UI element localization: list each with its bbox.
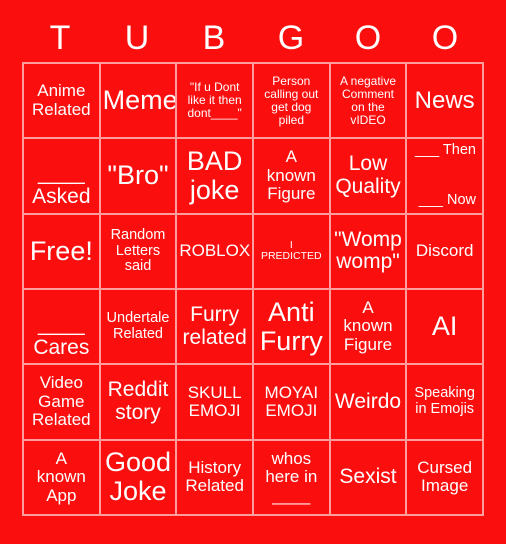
bingo-cell-r2-c1[interactable]: Random Letters said xyxy=(100,214,178,290)
bingo-cell-label: News xyxy=(414,86,475,114)
bingo-cell-r4-c2[interactable]: SKULL EMOJI xyxy=(177,365,254,441)
bingo-cell-label: BAD joke xyxy=(186,145,243,205)
bingo-cell-r1-c2[interactable]: BAD joke xyxy=(177,139,254,215)
bingo-cell-label: Speaking in Emojis xyxy=(414,385,475,417)
bingo-header-letter-4: O xyxy=(354,19,383,57)
bingo-cell-r5-c5[interactable]: Cursed Image xyxy=(407,440,484,516)
bingo-cell-r0-c1[interactable]: Meme xyxy=(100,64,178,140)
bingo-cell-r0-c4[interactable]: A negative Comment on the vIDEO xyxy=(330,64,408,140)
bingo-cell-label: ROBLOX xyxy=(179,241,251,261)
bingo-cell-r4-c0[interactable]: Video Game Related xyxy=(24,365,101,441)
bingo-cell-label: Reddit story xyxy=(107,378,169,424)
bingo-cell-r5-c4[interactable]: Sexist xyxy=(330,440,408,516)
bingo-cell-r1-c5[interactable]: ___ Then ___ Now xyxy=(407,139,484,215)
bingo-cell-r3-c0[interactable]: ____ Cares xyxy=(24,290,101,366)
bingo-cell-r2-c2[interactable]: ROBLOX xyxy=(177,214,254,290)
bingo-cell-label: Free! xyxy=(29,235,93,266)
bingo-cell-label: ____ Cares xyxy=(33,312,90,359)
bingo-cell-r5-c0[interactable]: A known App xyxy=(24,440,101,516)
bingo-cell-label: Video Game Related xyxy=(32,373,91,430)
bingo-cell-label: Weirdo xyxy=(334,389,402,413)
bingo-cell-label: MOYAI EMOJI xyxy=(264,382,319,420)
bingo-cell-label: "Womp womp" xyxy=(334,227,402,274)
bingo-cell-label: A known Figure xyxy=(343,298,393,354)
bingo-cell-r1-c0[interactable]: ____ Asked xyxy=(24,139,101,215)
bingo-cell-r0-c5[interactable]: News xyxy=(407,64,484,140)
bingo-cell-r5-c3[interactable]: whos here in ____ xyxy=(253,440,331,516)
bingo-cell-label: Anime Related xyxy=(32,81,91,119)
bingo-cell-label: Anti Furry xyxy=(259,296,323,356)
bingo-cell-label: Meme xyxy=(102,85,178,116)
bingo-cell-label: Furry related xyxy=(182,302,247,349)
bingo-cell-r1-c4[interactable]: Low Quality xyxy=(330,139,408,215)
bingo-header: TUBGOO xyxy=(22,14,484,62)
bingo-cell-r5-c2[interactable]: History Related xyxy=(177,440,254,516)
bingo-cell-r2-c4[interactable]: "Womp womp" xyxy=(330,214,408,290)
bingo-cell-line-top: ___ Then xyxy=(414,142,476,159)
bingo-cell-r3-c4[interactable]: A known Figure xyxy=(330,290,408,366)
bingo-cell-r2-c0[interactable]: Free! xyxy=(24,214,101,290)
bingo-cell-r3-c3[interactable]: Anti Furry xyxy=(253,290,331,366)
bingo-cell-r5-c1[interactable]: Good Joke xyxy=(100,440,178,516)
bingo-header-letter-0: T xyxy=(49,19,72,57)
bingo-cell-label: A known Figure xyxy=(266,147,316,204)
bingo-cell-label: ____ Asked xyxy=(32,162,91,208)
bingo-cell-label: whos here in ____ xyxy=(265,448,318,505)
bingo-cell-label: Sexist xyxy=(339,464,397,488)
bingo-cell-r4-c3[interactable]: MOYAI EMOJI xyxy=(253,365,331,441)
bingo-cell-label: A negative Comment on the vIDEO xyxy=(339,73,397,127)
bingo-cell-r1-c3[interactable]: A known Figure xyxy=(253,139,331,215)
bingo-cell-r4-c5[interactable]: Speaking in Emojis xyxy=(407,365,484,441)
bingo-cell-label: SKULL EMOJI xyxy=(187,382,242,420)
bingo-cell-line-bottom: ___ Now xyxy=(418,192,476,208)
bingo-card: T U B G O O Anime Related Meme "If u Dont like … xyxy=(0,0,506,544)
bingo-cell-r4-c1[interactable]: Reddit story xyxy=(100,365,178,441)
bingo-cell-label: "If u Dont like it then dont____" xyxy=(187,80,242,121)
bingo-cell-label: Random Letters said xyxy=(110,226,166,275)
bingo-cell-r3-c2[interactable]: Furry related xyxy=(177,290,254,366)
bingo-cell-r0-c0[interactable]: Anime Related xyxy=(24,64,101,140)
bingo-cell-label: I PREDICTED xyxy=(260,239,322,263)
bingo-cell-label: A known App xyxy=(36,448,86,505)
bingo-cell-r0-c3[interactable]: Person calling out get dog piled xyxy=(253,64,331,140)
bingo-header-letter-2: B xyxy=(202,19,227,57)
bingo-cell-label: History Related xyxy=(185,457,244,496)
bingo-cell-r1-c1[interactable]: "Bro" xyxy=(100,139,178,215)
bingo-cell-label: "Bro" xyxy=(107,160,169,191)
bingo-cell-r3-c5[interactable]: AI xyxy=(407,290,484,366)
bingo-cell-label: AI xyxy=(431,311,458,342)
bingo-cell-label: Good Joke xyxy=(104,447,172,507)
bingo-cell-label: Discord xyxy=(415,241,474,261)
bingo-cell-label: Cursed Image xyxy=(417,457,473,496)
bingo-cell-label: Low Quality xyxy=(335,152,401,198)
bingo-cell-label: ___ Then ___ Now xyxy=(409,140,480,211)
bingo-header-letter-3: G xyxy=(277,19,306,57)
bingo-grid: Anime Related Meme "If u Dont like it then… xyxy=(22,62,484,516)
bingo-header-letter-5: O xyxy=(431,19,460,57)
bingo-cell-r0-c2[interactable]: "If u Dont like it then dont____" xyxy=(177,64,254,140)
bingo-cell-r4-c4[interactable]: Weirdo xyxy=(330,365,408,441)
bingo-cell-r2-c5[interactable]: Discord xyxy=(407,214,484,290)
bingo-cell-r2-c3[interactable]: I PREDICTED xyxy=(253,214,331,290)
bingo-header-letter-1: U xyxy=(124,19,151,57)
bingo-cell-r3-c1[interactable]: Undertale Related xyxy=(100,290,178,366)
bingo-cell-label: Person calling out get dog piled xyxy=(264,73,319,127)
bingo-cell-label: Undertale Related xyxy=(106,310,170,342)
